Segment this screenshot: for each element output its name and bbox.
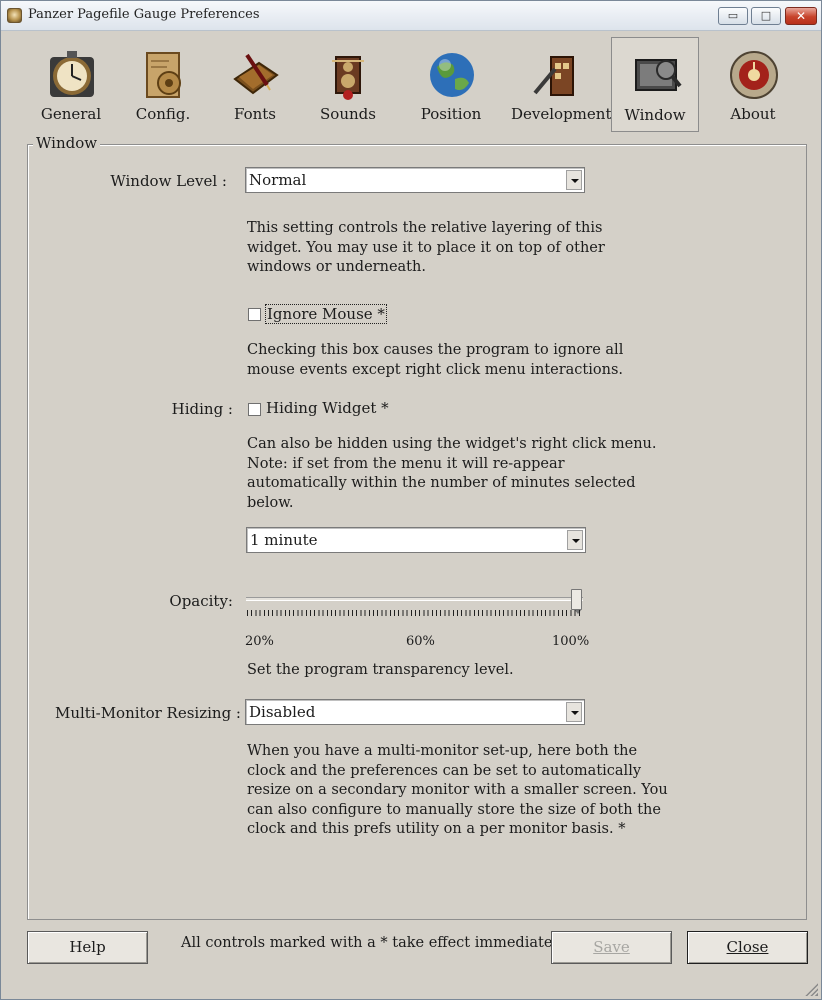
save-label: Save bbox=[593, 938, 630, 956]
app-icon bbox=[7, 8, 22, 23]
hiding-widget-checkbox[interactable] bbox=[248, 403, 261, 416]
tab-window[interactable]: Window bbox=[611, 37, 699, 132]
tab-label: Development bbox=[511, 105, 612, 123]
multi-monitor-value: Disabled bbox=[249, 703, 316, 721]
help-button[interactable]: Help bbox=[27, 931, 148, 964]
window-level-label: Window Level : bbox=[110, 172, 227, 190]
chevron-down-icon[interactable] bbox=[566, 170, 582, 190]
globe-icon bbox=[430, 53, 474, 97]
preferences-window: Panzer Pagefile Gauge Preferences ▭ □ ✕ … bbox=[0, 0, 822, 1000]
window-level-value: Normal bbox=[249, 171, 307, 189]
tab-general[interactable]: General bbox=[27, 37, 115, 132]
hiding-label: Hiding : bbox=[171, 400, 233, 418]
opacity-tick-max: 100% bbox=[552, 634, 590, 649]
hiding-duration-value: 1 minute bbox=[250, 531, 318, 549]
window-title: Panzer Pagefile Gauge Preferences bbox=[28, 7, 260, 22]
tab-label: General bbox=[40, 105, 102, 123]
opacity-slider-thumb[interactable] bbox=[571, 589, 582, 614]
tab-position[interactable]: Position bbox=[407, 37, 495, 132]
book-pen-icon bbox=[233, 53, 279, 95]
multi-monitor-label: Multi-Monitor Resizing : bbox=[54, 704, 241, 722]
opacity-slider-ticks bbox=[247, 610, 583, 616]
config-scroll-icon bbox=[146, 52, 181, 98]
window-monitor-icon bbox=[635, 59, 682, 91]
window-level-description: This setting controls the relative layer… bbox=[247, 220, 605, 275]
multi-monitor-description: When you have a multi-monitor set-up, he… bbox=[247, 743, 668, 837]
preferences-toolbar: General Config. Fonts Sounds Position De… bbox=[21, 37, 811, 132]
opacity-slider-track[interactable] bbox=[246, 597, 583, 601]
chevron-down-icon[interactable] bbox=[566, 702, 582, 722]
tab-label: Config. bbox=[135, 105, 191, 123]
chevron-down-icon[interactable] bbox=[567, 530, 583, 550]
resize-grip-icon[interactable] bbox=[804, 982, 818, 996]
tab-development[interactable]: Development bbox=[511, 37, 612, 132]
tab-label: About bbox=[730, 105, 776, 123]
development-machine-icon bbox=[533, 56, 574, 96]
opacity-description: Set the program transparency level. bbox=[247, 662, 514, 678]
about-dial-icon bbox=[730, 51, 778, 99]
tab-label: Window bbox=[624, 106, 686, 124]
ignore-mouse-checkbox[interactable] bbox=[248, 308, 261, 321]
tab-label: Sounds bbox=[320, 105, 376, 123]
hiding-widget-label[interactable]: Hiding Widget * bbox=[265, 399, 390, 417]
frame-legend: Window bbox=[33, 134, 101, 152]
title-bar[interactable]: Panzer Pagefile Gauge Preferences ▭ □ ✕ bbox=[1, 1, 821, 31]
close-button[interactable]: Close bbox=[687, 931, 808, 964]
tab-about[interactable]: About bbox=[709, 37, 797, 132]
clock-gauge-icon bbox=[50, 51, 94, 97]
tab-config[interactable]: Config. bbox=[119, 37, 207, 132]
close-label: Close bbox=[726, 938, 769, 956]
tab-label: Position bbox=[420, 105, 482, 123]
hiding-duration-select[interactable]: 1 minute bbox=[246, 527, 586, 553]
maximize-button[interactable]: □ bbox=[751, 7, 781, 25]
ignore-mouse-label[interactable]: Ignore Mouse * bbox=[265, 304, 387, 324]
window-level-select[interactable]: Normal bbox=[245, 167, 585, 193]
tab-fonts[interactable]: Fonts bbox=[211, 37, 299, 132]
multi-monitor-select[interactable]: Disabled bbox=[245, 699, 585, 725]
hiding-description: Can also be hidden using the widget's ri… bbox=[247, 436, 657, 511]
opacity-label: Opacity: bbox=[169, 592, 233, 610]
ignore-mouse-description: Checking this box causes the program to … bbox=[247, 342, 624, 378]
speaker-machine-icon bbox=[332, 56, 364, 100]
save-button[interactable]: Save bbox=[551, 931, 672, 964]
opacity-tick-mid: 60% bbox=[406, 634, 435, 649]
opacity-tick-min: 20% bbox=[245, 634, 274, 649]
footer-note: All controls marked with a * take effect… bbox=[181, 935, 568, 951]
close-window-button[interactable]: ✕ bbox=[785, 7, 817, 25]
tab-sounds[interactable]: Sounds bbox=[304, 37, 392, 132]
tab-label: Fonts bbox=[233, 105, 276, 123]
minimize-button[interactable]: ▭ bbox=[718, 7, 748, 25]
